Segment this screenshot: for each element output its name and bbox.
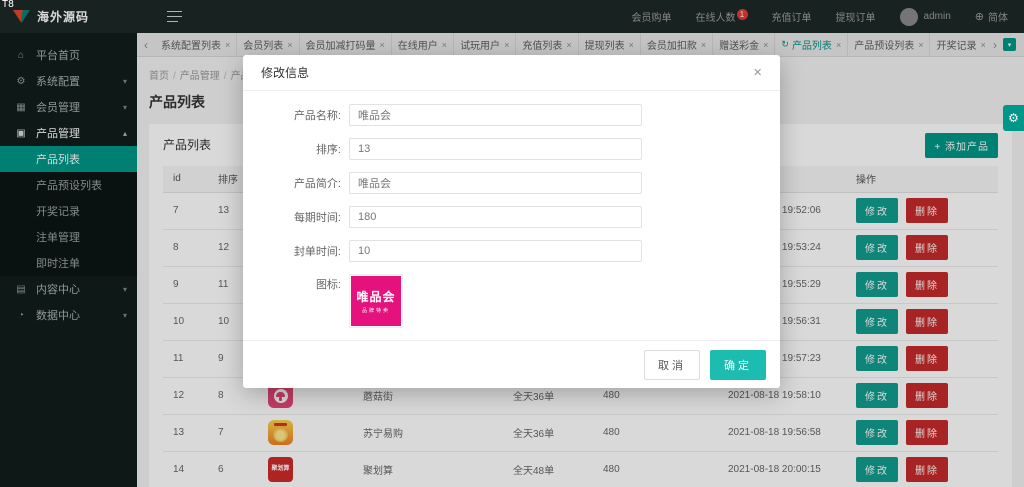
period-time-label: 每期时间: [243,209,341,225]
modal-title: 修改信息 [261,64,309,81]
watermark-text: T8 [2,0,14,10]
confirm-button[interactable]: 确定 [710,350,766,380]
modal-header: 修改信息 × [243,55,780,91]
close-time-label: 封单时间: [243,243,341,259]
icon-label: 图标: [243,274,341,328]
edit-info-modal: 修改信息 × 产品名称: 排序: 产品简介: 每期时间: 封单时间: 图标: [243,55,780,388]
cancel-button[interactable]: 取消 [644,350,700,380]
close-time-input[interactable] [349,240,642,262]
product-name-input[interactable] [349,104,642,126]
theme-settings-button[interactable]: ⚙ [1003,105,1024,131]
close-icon[interactable]: × [753,64,762,81]
product-intro-label: 产品简介: [243,175,341,191]
modal-footer: 取消 确定 [243,340,780,388]
period-time-input[interactable] [349,206,642,228]
sort-input[interactable] [349,138,642,160]
vipshop-logo: 唯品会 品牌特卖 [351,276,401,326]
sort-label: 排序: [243,141,341,157]
product-intro-input[interactable] [349,172,642,194]
product-name-label: 产品名称: [243,107,341,123]
product-icon-preview[interactable]: 唯品会 品牌特卖 [349,274,403,328]
gear-icon: ⚙ [1008,111,1019,125]
modal-body: 产品名称: 排序: 产品简介: 每期时间: 封单时间: 图标: 唯品会 品牌特卖 [243,91,780,328]
